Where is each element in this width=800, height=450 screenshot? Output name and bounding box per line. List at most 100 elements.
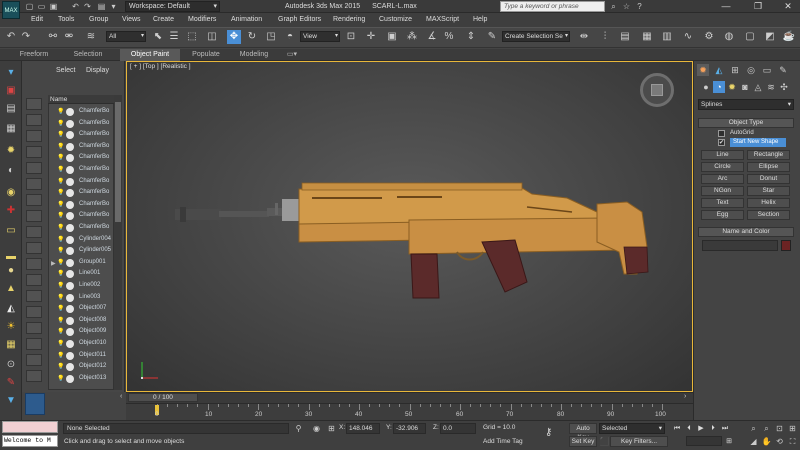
undo-icon[interactable]: ↶ bbox=[4, 30, 18, 44]
tab-object-paint[interactable]: Object Paint bbox=[120, 49, 180, 61]
lights-icon[interactable]: ✹ bbox=[726, 81, 738, 93]
start-new-shape-label[interactable]: Start New Shape bbox=[730, 138, 786, 147]
sun-icon[interactable]: ☀ bbox=[4, 320, 18, 334]
material-editor-icon[interactable]: ◍ bbox=[722, 30, 736, 44]
explorer-filter-button[interactable] bbox=[26, 274, 42, 286]
list-item[interactable]: 💡 ChamferBo bbox=[49, 210, 113, 222]
section-button[interactable]: Section bbox=[747, 210, 790, 220]
render-frame-icon[interactable]: ◩ bbox=[763, 30, 777, 44]
bind-space-warp-icon[interactable]: ≋ bbox=[84, 30, 98, 44]
set-key-button[interactable]: Set Key bbox=[569, 436, 597, 447]
geometry-icon[interactable]: ● bbox=[700, 81, 712, 93]
tab-modeling[interactable]: Modeling bbox=[232, 49, 276, 61]
key-filters-button[interactable]: Key Filters... bbox=[610, 436, 668, 447]
ellipse-button[interactable]: Ellipse bbox=[747, 162, 790, 172]
menu-views[interactable]: Views bbox=[122, 13, 141, 27]
time-prev-icon[interactable]: ‹ bbox=[120, 393, 122, 400]
list-item[interactable]: 💡 Object011 bbox=[49, 350, 113, 362]
list-icon[interactable]: ▦ bbox=[4, 122, 18, 136]
manipulate-icon[interactable]: ✛ bbox=[364, 30, 378, 44]
explorer-filter-button[interactable] bbox=[26, 162, 42, 174]
menu-modifiers[interactable]: Modifiers bbox=[188, 13, 216, 27]
menu-edit[interactable]: Edit bbox=[31, 13, 43, 27]
list-item[interactable]: 💡 Line002 bbox=[49, 280, 113, 292]
visibility-bulb-icon[interactable]: 💡 bbox=[57, 246, 64, 257]
pan-icon[interactable]: ✋ bbox=[761, 436, 772, 447]
curve-editor-icon[interactable]: ∿ bbox=[681, 30, 695, 44]
search-input[interactable]: Type a keyword or phrase bbox=[500, 1, 605, 12]
viewport-label[interactable]: [ + ] [Top ] [Realistic ] bbox=[130, 63, 191, 70]
schematic-view-icon[interactable]: ⚙ bbox=[702, 30, 716, 44]
x-coordinate-input[interactable]: 148.046 bbox=[346, 423, 380, 434]
list-item[interactable]: 💡 ChamferBo bbox=[49, 129, 113, 141]
select-and-rotate-icon[interactable]: ↻ bbox=[245, 30, 259, 44]
text-button[interactable]: Text bbox=[701, 198, 744, 208]
shape-icon[interactable]: ▲ bbox=[4, 282, 18, 296]
group-icon[interactable]: ▬ bbox=[4, 250, 18, 264]
list-item[interactable]: 💡 ChamferBo bbox=[49, 199, 113, 211]
save-icon[interactable]: ▣ bbox=[49, 2, 58, 11]
space-warps-icon[interactable]: ≋ bbox=[765, 81, 777, 93]
explorer-filter-button[interactable] bbox=[26, 290, 42, 302]
donut-button[interactable]: Donut bbox=[747, 174, 790, 184]
current-frame-input[interactable] bbox=[686, 436, 722, 446]
box-icon[interactable]: ▦ bbox=[4, 338, 18, 352]
rectangle-button[interactable]: Rectangle bbox=[747, 150, 790, 160]
explorer-filter-button[interactable] bbox=[26, 338, 42, 350]
visibility-bulb-icon[interactable]: 💡 bbox=[57, 223, 64, 234]
visibility-bulb-icon[interactable]: 💡 bbox=[57, 200, 64, 211]
explorer-tab-select[interactable]: Select bbox=[56, 67, 75, 76]
autogrid-checkbox[interactable] bbox=[718, 130, 725, 137]
list-item[interactable]: 💡 ChamferBo bbox=[49, 187, 113, 199]
go-to-end-icon[interactable]: ⏭ bbox=[720, 423, 730, 434]
visibility-bulb-icon[interactable]: 💡 bbox=[57, 327, 64, 338]
list-item[interactable]: 💡 Object010 bbox=[49, 338, 113, 350]
menu-tools[interactable]: Tools bbox=[58, 13, 74, 27]
visibility-bulb-icon[interactable]: 💡 bbox=[57, 258, 64, 269]
circle-button[interactable]: Circle bbox=[701, 162, 744, 172]
explorer-filter-button[interactable] bbox=[26, 98, 42, 110]
ngon-button[interactable]: NGon bbox=[701, 186, 744, 196]
reference-coordinate-dropdown[interactable]: View ▾ bbox=[300, 31, 340, 42]
mirror-icon[interactable]: ⇹ bbox=[577, 30, 591, 44]
cameras-icon[interactable]: ◙ bbox=[739, 81, 751, 93]
auto-key-button[interactable]: Auto Key bbox=[569, 423, 597, 441]
start-new-shape-checkbox[interactable]: ✔ bbox=[718, 139, 725, 146]
column-header-name[interactable]: Name bbox=[48, 95, 114, 104]
tab-freeform[interactable]: Freeform bbox=[10, 49, 58, 61]
list-item[interactable]: 💡 Line003 bbox=[49, 292, 113, 304]
star-button[interactable]: Star bbox=[747, 186, 790, 196]
field-of-view-icon[interactable]: ◢ bbox=[748, 436, 759, 447]
next-frame-icon[interactable]: ⏵ bbox=[708, 423, 718, 434]
open-file-icon[interactable]: ▭ bbox=[37, 2, 46, 11]
shapes-icon[interactable]: ◔ bbox=[713, 81, 725, 93]
play-icon[interactable]: ▶ bbox=[696, 423, 706, 434]
list-item[interactable]: 💡 ChamferBo bbox=[49, 176, 113, 188]
y-coordinate-input[interactable]: -32.906 bbox=[393, 423, 426, 434]
menu-group[interactable]: Group bbox=[89, 13, 108, 27]
arc-button[interactable]: Arc bbox=[701, 174, 744, 184]
visibility-bulb-icon[interactable]: 💡 bbox=[57, 211, 64, 222]
snaps-toggle-icon[interactable]: ⁂ bbox=[405, 30, 419, 44]
window-crossing-icon[interactable]: ◫ bbox=[205, 30, 219, 44]
unlink-icon[interactable]: ⚮ bbox=[62, 30, 76, 44]
undo-icon[interactable]: ↶ bbox=[71, 2, 80, 11]
menu-animation[interactable]: Animation bbox=[231, 13, 262, 27]
display-tab-icon[interactable]: ▭ bbox=[761, 64, 773, 76]
maximize-viewport-icon[interactable]: ⛶ bbox=[787, 436, 798, 447]
select-and-scale-icon[interactable]: ◳ bbox=[264, 30, 278, 44]
named-selection-dropdown[interactable]: Create Selection Se ▾ bbox=[502, 31, 570, 42]
explorer-filter-button[interactable] bbox=[26, 370, 42, 382]
ribbon-options-icon[interactable]: ▭▾ bbox=[283, 49, 301, 61]
minimize-button[interactable]: — bbox=[714, 0, 738, 13]
explorer-filter-button[interactable] bbox=[26, 226, 42, 238]
question-icon[interactable]: ? bbox=[634, 1, 645, 12]
visibility-bulb-icon[interactable]: 💡 bbox=[57, 293, 64, 304]
helix-button[interactable]: Helix bbox=[747, 198, 790, 208]
geometry-icon[interactable]: ◭ bbox=[4, 302, 18, 316]
visibility-bulb-icon[interactable]: 💡 bbox=[57, 188, 64, 199]
select-and-place-icon[interactable]: ◓ bbox=[283, 30, 297, 44]
menu-help[interactable]: Help bbox=[473, 13, 487, 27]
angle-snap-icon[interactable]: ∡ bbox=[425, 30, 439, 44]
hierarchy-icon[interactable]: ▭ bbox=[4, 224, 18, 238]
